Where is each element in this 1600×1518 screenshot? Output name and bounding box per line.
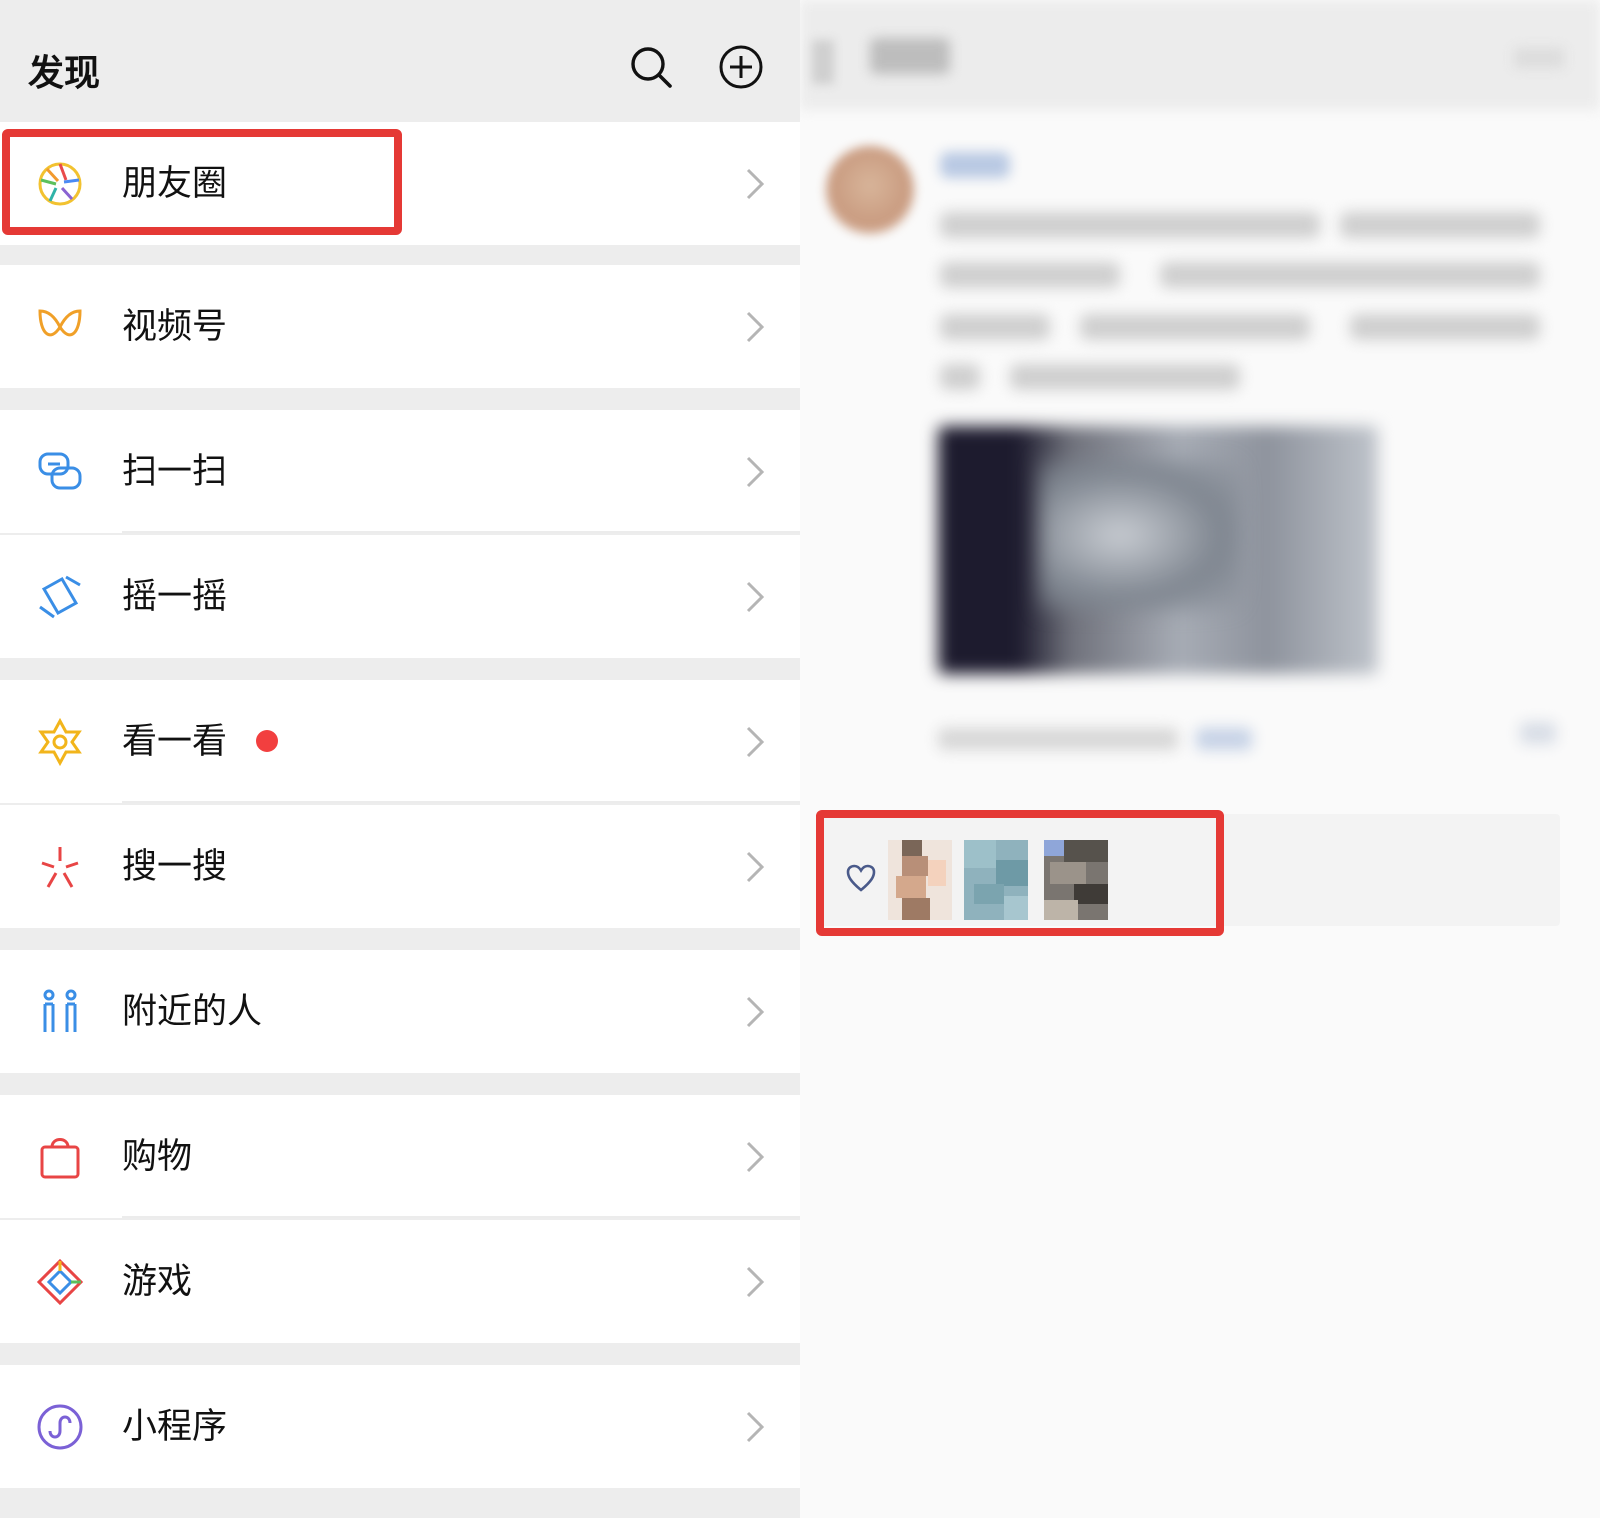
chevron-right-icon	[746, 726, 765, 758]
top-stories-icon	[38, 718, 82, 766]
menu-item-people-nearby[interactable]: 附近的人	[0, 950, 800, 1073]
blurred-username[interactable]	[940, 152, 1010, 178]
menu-item-shake[interactable]: 摇一摇	[0, 535, 800, 658]
avatar[interactable]	[826, 146, 914, 234]
blurred-delete-link[interactable]	[1196, 728, 1252, 750]
blurred-text-line	[1350, 314, 1540, 340]
chevron-right-icon	[746, 851, 765, 883]
menu-item-label: 搜一搜	[122, 847, 228, 887]
blurred-text-line	[1160, 262, 1540, 288]
menu-item-label: 视频号	[122, 307, 228, 347]
blurred-text-line	[1340, 212, 1540, 238]
menu-item-games[interactable]: 游戏	[0, 1220, 800, 1343]
blurred-text-line	[1010, 364, 1240, 390]
blurred-text-line	[940, 314, 1050, 340]
chevron-right-icon	[746, 456, 765, 488]
post-image-detail	[1040, 460, 1240, 610]
scan-icon	[38, 452, 82, 490]
search-icon[interactable]	[628, 44, 674, 90]
chevron-right-icon	[746, 1411, 765, 1443]
menu-item-label: 附近的人	[122, 992, 263, 1032]
menu-item-scan[interactable]: 扫一扫	[0, 410, 800, 533]
menu-item-search[interactable]: 搜一搜	[0, 805, 800, 928]
moments-panel	[800, 0, 1600, 1518]
highlight-box-moments	[2, 129, 402, 235]
shopping-bag-icon	[40, 1138, 80, 1179]
more-icon[interactable]	[1514, 48, 1564, 68]
page-title: 发现	[28, 53, 101, 94]
channels-butterfly-icon	[38, 309, 82, 337]
divider	[122, 531, 800, 533]
discover-panel: 发现 朋友圈 视频号 扫一扫 摇一摇 看一看 搜一搜 附近的人 购物 游戏 小程…	[0, 0, 800, 1518]
menu-item-label: 摇一摇	[122, 577, 228, 617]
blurred-text-line	[940, 262, 1120, 288]
blurred-text-line	[940, 212, 1320, 238]
blurred-text-line	[940, 364, 980, 390]
plus-circle-icon[interactable]	[718, 44, 764, 90]
blurred-title	[870, 38, 950, 74]
menu-item-label: 游戏	[122, 1262, 193, 1302]
chevron-right-icon	[746, 581, 765, 613]
chevron-right-icon	[746, 168, 765, 200]
menu-item-label: 看一看	[122, 722, 228, 762]
blurred-timestamp	[938, 728, 1178, 750]
menu-item-label: 扫一扫	[122, 452, 228, 492]
chevron-right-icon	[746, 1141, 765, 1173]
mini-programs-icon	[37, 1404, 83, 1450]
comment-action-icon[interactable]	[1520, 722, 1556, 744]
menu-item-label: 购物	[122, 1137, 193, 1177]
back-icon[interactable]	[812, 40, 834, 84]
unread-badge-dot	[256, 730, 278, 752]
highlight-box-likes	[816, 810, 1224, 936]
chevron-right-icon	[746, 1266, 765, 1298]
games-diamond-icon	[36, 1258, 84, 1306]
blurred-text-line	[1080, 314, 1310, 340]
chevron-right-icon	[746, 996, 765, 1028]
menu-item-top-stories[interactable]: 看一看	[0, 680, 800, 803]
discover-header: 发现	[0, 0, 800, 122]
shake-icon	[39, 575, 81, 619]
search-sparkle-icon	[41, 847, 79, 888]
people-nearby-icon	[43, 989, 77, 1032]
menu-item-shopping[interactable]: 购物	[0, 1095, 800, 1218]
divider	[122, 801, 800, 803]
menu-item-mini-programs[interactable]: 小程序	[0, 1365, 800, 1488]
menu-item-channels[interactable]: 视频号	[0, 265, 800, 388]
menu-item-label: 小程序	[122, 1407, 228, 1447]
chevron-right-icon	[746, 311, 765, 343]
divider	[122, 1216, 800, 1218]
